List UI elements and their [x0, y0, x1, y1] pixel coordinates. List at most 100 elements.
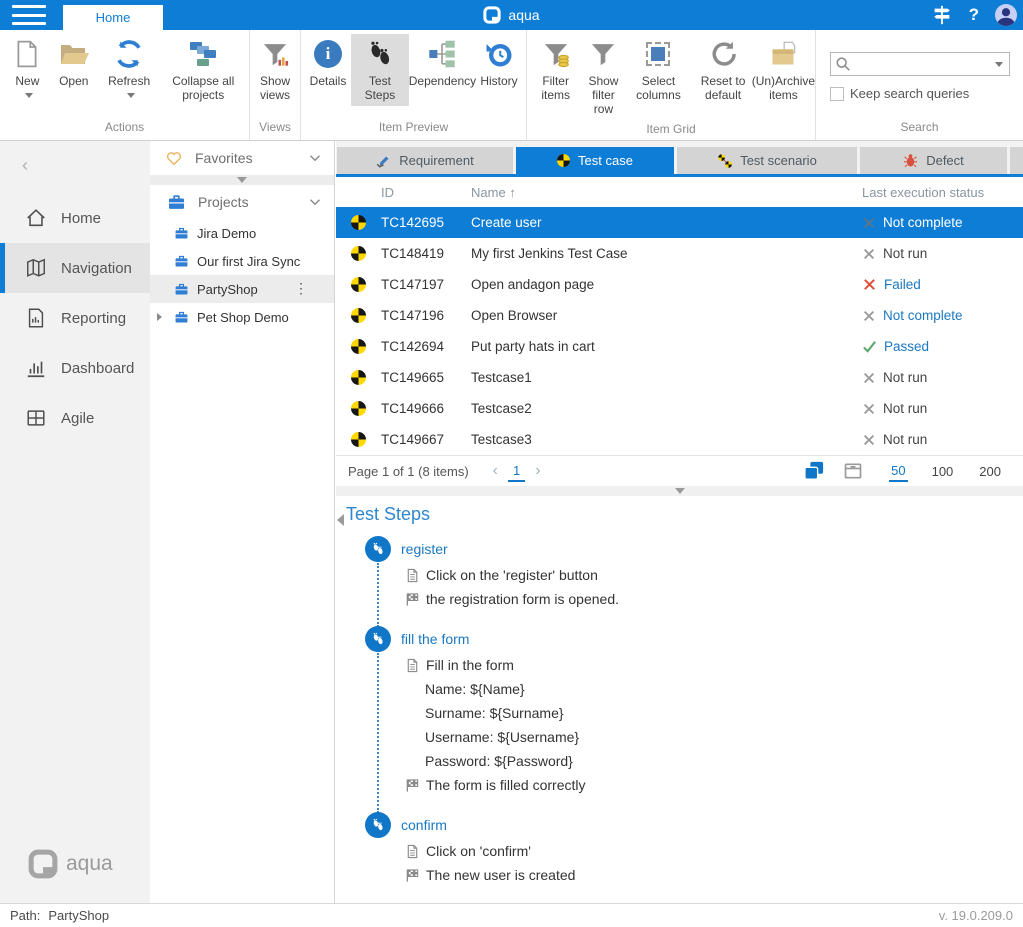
projects-header[interactable]: Projects [150, 185, 334, 219]
page-number[interactable]: 1 [508, 461, 525, 482]
reset-to-default-button[interactable]: Reset to default [690, 34, 755, 106]
favorites-header[interactable]: Favorites [150, 141, 334, 175]
project-name: Pet Shop Demo [197, 310, 289, 325]
step-expected: the registration form is opened. [346, 587, 1023, 611]
page-size-50[interactable]: 50 [889, 461, 907, 482]
page-size-100[interactable]: 100 [930, 462, 956, 481]
panel-splitter-handle[interactable] [336, 486, 1023, 496]
sidebar-item-navigation[interactable]: Navigation [0, 243, 150, 293]
tab-test-scenario[interactable]: Test scenario [677, 147, 857, 174]
column-header-status[interactable]: Last execution status [862, 185, 1023, 200]
step-name[interactable]: confirm [401, 817, 447, 833]
select-columns-button[interactable]: Select columns [627, 34, 691, 106]
main-area: Requirement Test case Test scenario Defe… [336, 141, 1023, 903]
tree-item-our-first-jira-sync[interactable]: Our first Jira Sync [150, 247, 334, 275]
archive-grid-icon[interactable] [843, 461, 863, 481]
step-name[interactable]: register [401, 541, 448, 557]
copy-pages-icon[interactable] [803, 461, 825, 481]
history-button[interactable]: History [476, 34, 522, 92]
help-icon[interactable]: ? [969, 5, 979, 25]
row-status[interactable]: Not run [862, 370, 1023, 385]
table-row[interactable]: TC149666 Testcase2 Not run [336, 393, 1023, 424]
step-footprints-icon [365, 812, 391, 838]
open-button[interactable]: Open [51, 34, 97, 92]
sidebar-item-agile[interactable]: Agile [0, 393, 150, 443]
table-row[interactable]: TC142694 Put party hats in cart Passed [336, 331, 1023, 362]
history-label: History [480, 74, 517, 88]
kebab-menu-icon[interactable]: ⋮ [294, 280, 308, 297]
sidebar-item-reporting[interactable]: Reporting [0, 293, 150, 343]
row-id: TC142695 [381, 215, 471, 230]
search-input[interactable] [855, 53, 985, 75]
page-size-200[interactable]: 200 [977, 462, 1003, 481]
heart-icon [165, 149, 183, 167]
panel-collapse-left-icon[interactable] [337, 514, 344, 526]
not-run-icon [862, 433, 876, 447]
row-status[interactable]: Not run [862, 246, 1023, 261]
hamburger-menu-icon[interactable] [12, 5, 46, 25]
row-status[interactable]: Not complete [862, 215, 1023, 230]
tree-splitter-handle[interactable] [150, 175, 334, 185]
show-filter-row-button[interactable]: Show filter row [580, 34, 626, 120]
unarchive-items-button[interactable]: (Un)Archive items [756, 34, 811, 106]
tab-test-case[interactable]: Test case [516, 147, 674, 174]
favorites-label: Favorites [195, 150, 294, 166]
chevron-down-icon[interactable] [306, 149, 324, 167]
table-row[interactable]: TC149667 Testcase3 Not run [336, 424, 1023, 455]
column-name-text: Name [471, 185, 506, 200]
sidebar-item-dashboard[interactable]: Dashboard [0, 343, 150, 393]
refresh-dropdown-caret [127, 93, 135, 98]
details-button[interactable]: i Details [305, 34, 351, 92]
show-views-icon [259, 38, 291, 70]
new-button[interactable]: New [4, 34, 51, 106]
not-complete-icon [862, 309, 876, 323]
new-label: New [15, 74, 39, 88]
sidebar-dashboard-label: Dashboard [61, 360, 134, 377]
table-row[interactable]: TC147197 Open andagon page Failed [336, 269, 1023, 300]
row-status[interactable]: Passed [862, 339, 1023, 354]
sidebar-item-home[interactable]: Home [0, 193, 150, 243]
table-row[interactable]: TC149665 Testcase1 Not run [336, 362, 1023, 393]
search-dropdown-caret[interactable] [995, 62, 1003, 67]
project-name: PartyShop [197, 282, 258, 297]
home-ribbon-tab[interactable]: Home [63, 5, 163, 30]
signpost-icon[interactable] [931, 4, 953, 26]
dependency-button[interactable]: Dependency [409, 34, 476, 92]
tab-defect[interactable]: Defect [860, 147, 1007, 174]
test-steps-button[interactable]: Test Steps [351, 34, 409, 106]
column-header-id[interactable]: ID [381, 185, 471, 200]
expand-arrow-icon[interactable] [157, 313, 162, 321]
collapse-all-projects-button[interactable]: Collapse all projects [161, 34, 245, 106]
tree-item-partyshop[interactable]: PartyShop ⋮ [150, 275, 334, 303]
chevron-down-icon[interactable] [306, 193, 324, 211]
project-tree-panel: Favorites Projects Jira Demo Our first J… [150, 141, 335, 903]
report-document-icon [25, 307, 47, 329]
step-name[interactable]: fill the form [401, 631, 469, 647]
refresh-button[interactable]: Refresh [97, 34, 162, 106]
tree-item-pet-shop-demo[interactable]: Pet Shop Demo [150, 303, 334, 331]
sidebar-collapse-icon[interactable]: ‹ [22, 155, 28, 176]
tree-item-jira-demo[interactable]: Jira Demo [150, 219, 334, 247]
item-type-tabs: Requirement Test case Test scenario Defe… [336, 141, 1023, 174]
row-status[interactable]: Failed [862, 277, 1023, 292]
show-views-label: Show views [260, 74, 290, 102]
table-row[interactable]: TC148419 My first Jenkins Test Case Not … [336, 238, 1023, 269]
table-row[interactable]: TC142695 Create user Not complete [336, 207, 1023, 238]
collapse-projects-icon [187, 38, 219, 70]
keep-search-queries-checkbox[interactable] [830, 87, 844, 101]
row-status[interactable]: Not run [862, 432, 1023, 447]
row-status[interactable]: Not run [862, 401, 1023, 416]
row-status[interactable]: Not complete [862, 308, 1023, 323]
test-case-icon [557, 154, 570, 167]
show-views-button[interactable]: Show views [254, 34, 296, 106]
tab-requirement[interactable]: Requirement [337, 147, 513, 174]
step-parameter: Name: ${Name} [346, 677, 1023, 701]
status-bar: Path: PartyShop v. 19.0.209.0 [0, 903, 1023, 927]
next-page-icon[interactable]: › [525, 462, 550, 480]
table-row[interactable]: TC147196 Open Browser Not complete [336, 300, 1023, 331]
avatar[interactable] [995, 4, 1017, 26]
previous-page-icon[interactable]: ‹ [483, 462, 508, 480]
column-header-name[interactable]: Name ↑ [471, 185, 862, 200]
not-run-icon [862, 371, 876, 385]
filter-items-button[interactable]: Filter items [531, 34, 580, 106]
